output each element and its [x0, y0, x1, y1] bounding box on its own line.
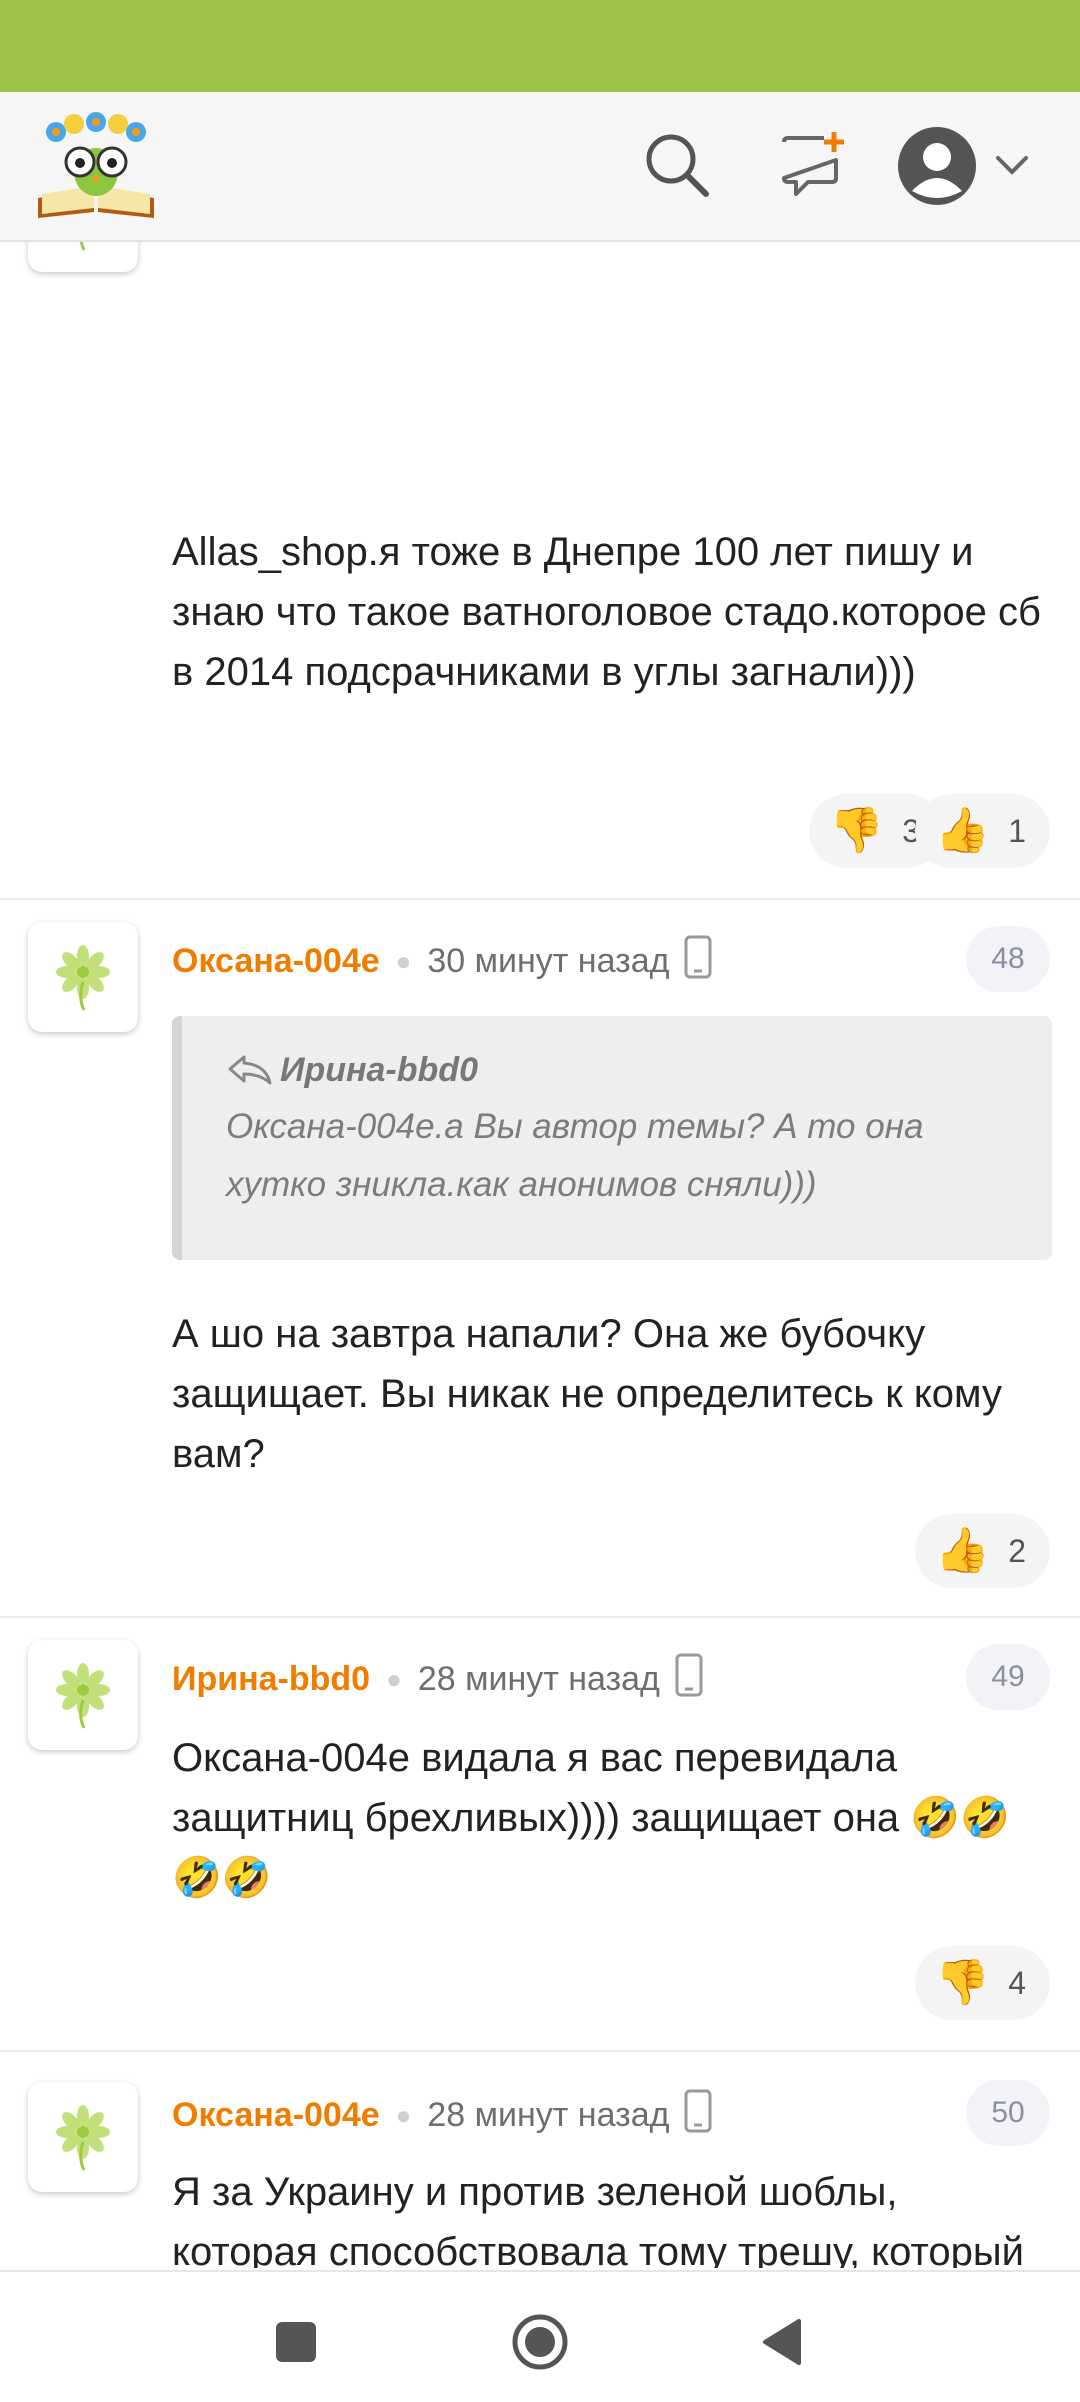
separator-dot: ● — [386, 1663, 402, 1694]
thumbs-down-icon: 👎 — [829, 806, 885, 855]
flower-avatar-icon — [56, 1663, 110, 1729]
comment-item: Ирина-bbd0 ● 28 минут назад 49 Оксана-00… — [0, 1618, 1080, 2052]
mobile-phone-icon — [683, 935, 713, 988]
avatar[interactable] — [28, 242, 138, 272]
chevron-down-icon — [996, 156, 1028, 175]
square-icon — [276, 2322, 316, 2362]
comment-item: Allas_shop.я тоже в Днепре 100 лет пишу … — [0, 242, 1080, 900]
reply-arrow-icon — [228, 1055, 272, 1085]
circle-icon — [512, 2314, 568, 2370]
flower-avatar-icon — [56, 945, 110, 1011]
quote-text: Оксана-004е.а Вы автор темы? А то она ху… — [226, 1107, 924, 1204]
flower-avatar-icon — [56, 2105, 110, 2171]
comment-number[interactable]: 50 — [966, 2080, 1050, 2146]
comment-text: Оксана-004е видала я вас перевидала защи… — [172, 1736, 1010, 1900]
comment-number[interactable]: 48 — [966, 926, 1050, 992]
separator-dot: ● — [395, 2099, 412, 2130]
comment-number[interactable]: 49 — [966, 1644, 1050, 1710]
quote-author: Ирина-bbd0 — [280, 1050, 478, 1089]
back-button[interactable] — [744, 2302, 824, 2382]
comments-feed: Allas_shop.я тоже в Днепре 100 лет пишу … — [0, 242, 1080, 2268]
recents-button[interactable] — [256, 2302, 336, 2382]
new-message-icon[interactable] — [772, 124, 854, 206]
like-button[interactable]: 👍 1 — [915, 794, 1050, 868]
comment-meta: Оксана-004е ● 30 минут назад — [172, 935, 713, 988]
avatar[interactable] — [28, 1640, 138, 1750]
thumbs-up-icon: 👍 — [935, 1526, 991, 1575]
like-count: 2 — [1008, 1532, 1026, 1569]
quote-header: Ирина-bbd0 — [226, 1042, 1022, 1098]
comment-author[interactable]: Оксана-004е — [172, 2096, 380, 2135]
comment-text: А шо на завтра напали? Она же бубочку за… — [172, 1312, 1002, 1476]
site-logo[interactable] — [34, 110, 158, 220]
comment-author[interactable]: Ирина-bbd0 — [172, 1660, 370, 1699]
status-bar — [0, 0, 1080, 92]
comment-time: 28 минут назад — [417, 1659, 660, 1698]
comment-author[interactable]: Оксана-004е — [172, 942, 380, 981]
comment-item: Оксана-004е ● 28 минут назад 50 Я за Укр… — [0, 2052, 1080, 2268]
profile-menu-button[interactable] — [896, 118, 1046, 214]
mobile-phone-icon — [683, 2089, 713, 2142]
avatar[interactable] — [28, 922, 138, 1032]
like-button[interactable]: 👍 2 — [915, 1514, 1050, 1588]
app-header — [0, 92, 1080, 242]
dislike-button[interactable]: 👎 4 — [915, 1946, 1050, 2020]
comment-meta: Оксана-004е ● 28 минут назад — [172, 2089, 713, 2142]
triangle-back-icon — [763, 2319, 801, 2365]
comment-meta: Ирина-bbd0 ● 28 минут назад — [172, 1653, 704, 1706]
reply-quote[interactable]: Ирина-bbd0 Оксана-004е.а Вы автор темы? … — [172, 1016, 1052, 1260]
system-navigation-bar — [0, 2270, 1080, 2402]
thumbs-up-icon: 👍 — [935, 806, 991, 855]
comment-text: Allas_shop.я тоже в Днепре 100 лет пишу … — [172, 530, 1041, 694]
comment-text: Я за Украину и против зеленой шоблы, кот… — [172, 2170, 1024, 2268]
separator-dot: ● — [395, 945, 412, 976]
dislike-count: 4 — [1008, 1964, 1026, 2001]
like-count: 1 — [1008, 812, 1026, 849]
flower-avatar-icon — [79, 242, 86, 251]
search-icon[interactable] — [636, 124, 718, 206]
thumbs-down-icon: 👎 — [935, 1958, 991, 2007]
home-button[interactable] — [500, 2302, 580, 2382]
comment-time: 30 минут назад — [427, 941, 670, 980]
user-avatar-icon — [898, 127, 976, 205]
avatar[interactable] — [28, 2082, 138, 2192]
comment-item: Оксана-004е ● 30 минут назад 48 Ирина-bb… — [0, 900, 1080, 1618]
mobile-phone-icon — [674, 1653, 704, 1706]
comment-time: 28 минут назад — [427, 2095, 670, 2134]
